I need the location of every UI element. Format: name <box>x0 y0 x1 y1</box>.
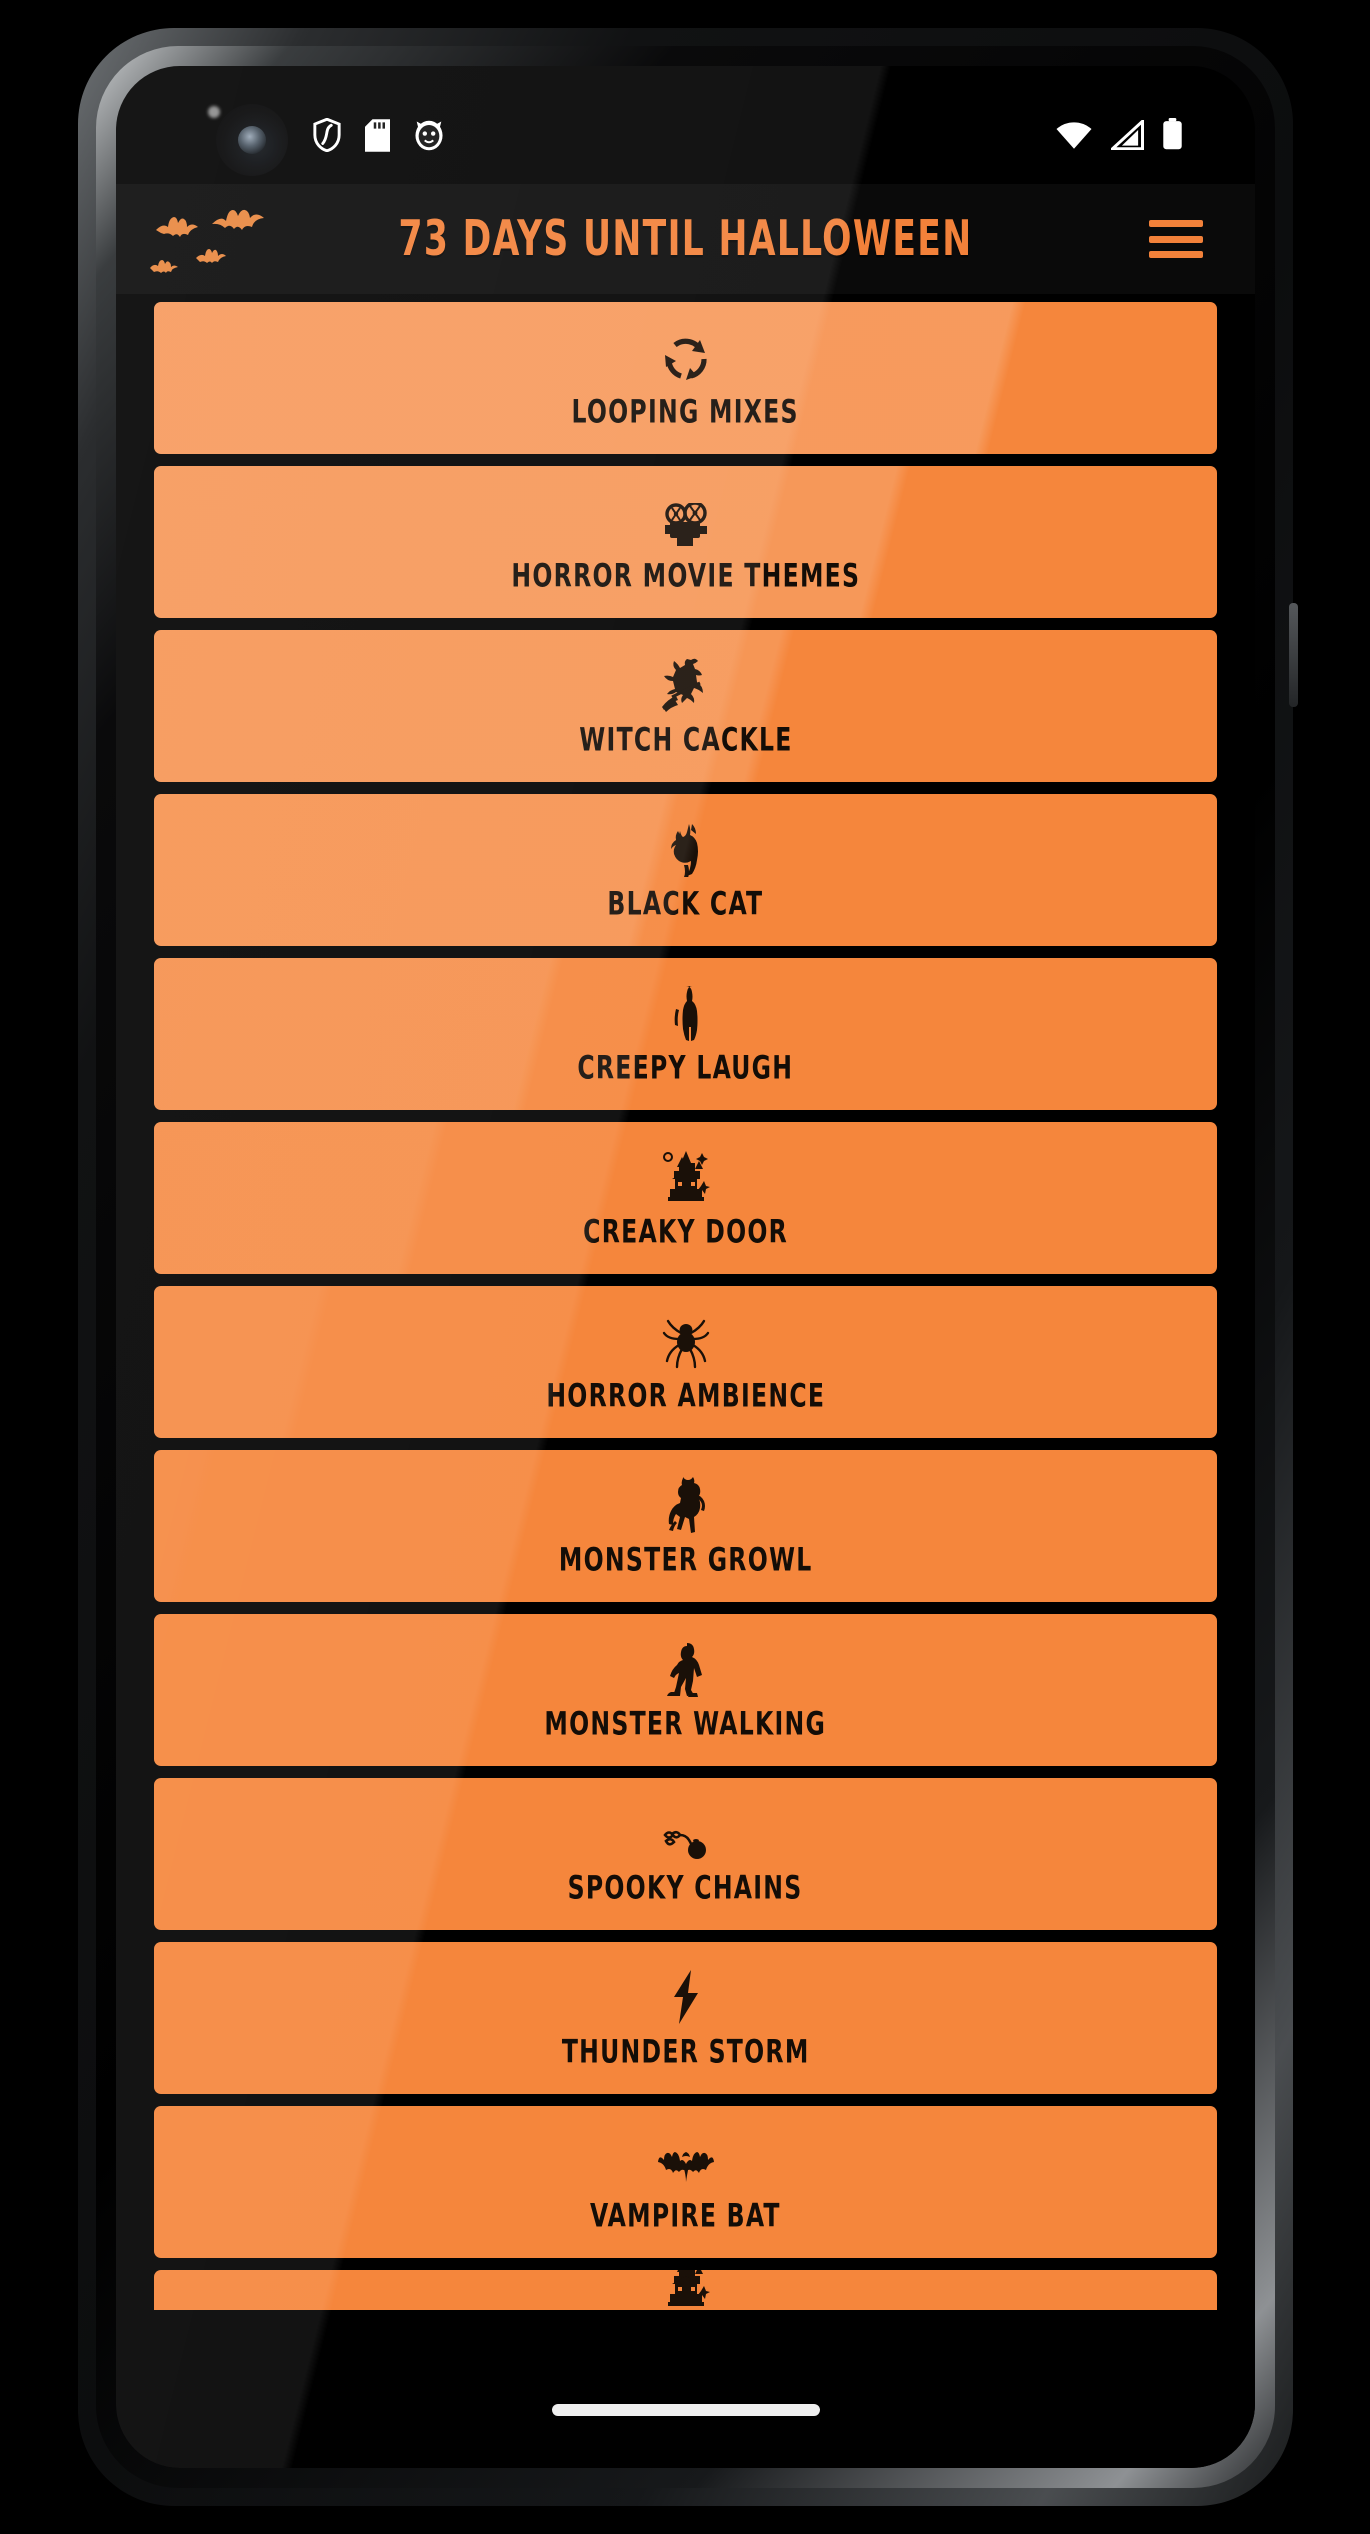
menu-bar-3 <box>1149 251 1203 258</box>
sound-card-label: HORROR MOVIE THEMES <box>511 557 860 595</box>
monster-creature-icon <box>663 1476 709 1533</box>
sound-card-label: VAMPIRE BAT <box>590 2197 781 2235</box>
camera-glint <box>208 106 220 118</box>
wifi-icon <box>1055 120 1093 155</box>
haunted-house-icon <box>658 1149 714 1205</box>
sound-card[interactable]: THUNDER STORM <box>154 1942 1217 2094</box>
menu-bar-1 <box>1149 220 1203 227</box>
sound-card[interactable]: CREAKY DOOR <box>154 1122 1217 1274</box>
status-bar-right-icons <box>1055 117 1183 155</box>
sound-card[interactable]: LOOPING MIXES <box>154 302 1217 454</box>
front-camera-punch-hole <box>208 104 288 176</box>
sound-card[interactable]: CREEPY LAUGH <box>154 958 1217 1110</box>
home-gesture-bar[interactable] <box>551 2404 820 2416</box>
status-bar <box>116 66 1255 184</box>
sound-card-clipped[interactable] <box>154 2270 1217 2310</box>
sound-card-label: HORROR AMBIENCE <box>546 1377 825 1415</box>
sound-card-label: MONSTER GROWL <box>558 1541 813 1579</box>
cellular-signal-icon <box>1108 117 1144 155</box>
sd-card-icon <box>365 118 390 157</box>
menu-icon[interactable] <box>1145 214 1207 264</box>
sound-card-label: CREEPY LAUGH <box>577 1049 794 1087</box>
camera-lens <box>238 126 266 154</box>
sound-card[interactable]: HORROR AMBIENCE <box>154 1286 1217 1438</box>
sound-card-label: CREAKY DOOR <box>583 1213 788 1251</box>
phone-screen: 73 DAYS UNTIL HALLOWEEN LOOPING MIXES HO… <box>116 66 1255 2468</box>
phone-frame: 73 DAYS UNTIL HALLOWEEN LOOPING MIXES HO… <box>78 28 1298 2506</box>
sound-card-label: LOOPING MIXES <box>571 393 800 431</box>
ghostly-figure-icon <box>671 985 701 1041</box>
film-projector-icon <box>660 493 712 549</box>
cat-face-icon <box>413 119 445 157</box>
sound-card[interactable]: WITCH CACKLE <box>154 630 1217 782</box>
bat-icon <box>657 2133 714 2189</box>
sound-card-label: WITCH CACKLE <box>578 721 793 759</box>
power-button[interactable] <box>1289 603 1298 707</box>
bigfoot-walking-icon <box>665 1641 707 1697</box>
sound-card-label: SPOOKY CHAINS <box>568 1869 803 1907</box>
arched-black-cat-icon <box>664 821 708 877</box>
app-header: 73 DAYS UNTIL HALLOWEEN <box>116 184 1255 294</box>
sound-card[interactable]: HORROR MOVIE THEMES <box>154 466 1217 618</box>
page-title: 73 DAYS UNTIL HALLOWEEN <box>398 210 973 268</box>
sound-card-label: THUNDER STORM <box>561 2033 810 2071</box>
sound-card-label: BLACK CAT <box>607 885 764 923</box>
spider-icon <box>661 1313 711 1369</box>
status-bar-left-icons <box>312 117 445 157</box>
sound-card[interactable]: BLACK CAT <box>154 794 1217 946</box>
sound-card[interactable]: MONSTER GROWL <box>154 1450 1217 1602</box>
haunted-house-icon <box>658 2270 714 2310</box>
sound-card[interactable]: SPOOKY CHAINS <box>154 1778 1217 1930</box>
sound-card[interactable]: VAMPIRE BAT <box>154 2106 1217 2258</box>
sound-card-label: MONSTER WALKING <box>544 1705 827 1743</box>
loop-arrows-icon <box>659 329 713 385</box>
ball-and-chain-icon <box>660 1805 712 1861</box>
shield-icon <box>312 117 342 157</box>
battery-icon <box>1162 118 1183 155</box>
witch-on-broom-icon <box>660 657 712 713</box>
lightning-bolt-icon <box>669 1969 703 2025</box>
sound-card[interactable]: MONSTER WALKING <box>154 1614 1217 1766</box>
menu-bar-2 <box>1149 235 1203 243</box>
sound-list[interactable]: LOOPING MIXES HORROR MOVIE THEMES WITCH … <box>116 294 1255 2468</box>
